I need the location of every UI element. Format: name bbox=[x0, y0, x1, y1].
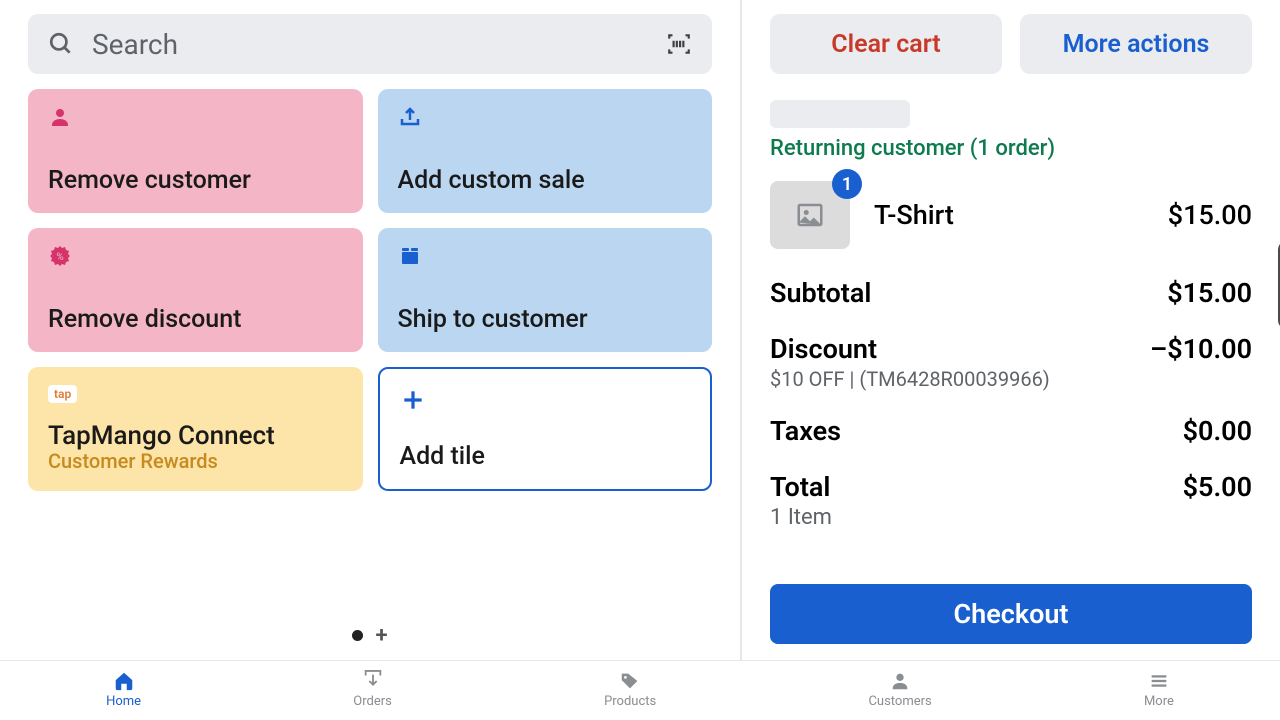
total-row: Total 1 Item $5.00 bbox=[770, 471, 1252, 530]
tile-add-tile[interactable]: Add tile bbox=[378, 367, 713, 491]
subtotal-label: Subtotal bbox=[770, 277, 871, 309]
total-value: $5.00 bbox=[1183, 471, 1252, 503]
search-bar[interactable] bbox=[28, 14, 712, 74]
search-input[interactable] bbox=[92, 28, 648, 61]
discount-icon: % bbox=[48, 244, 343, 272]
tile-remove-discount[interactable]: % Remove discount bbox=[28, 228, 363, 352]
discount-value: –$10.00 bbox=[1150, 333, 1252, 365]
item-name: T-Shirt bbox=[874, 199, 1144, 231]
app-shell: Remove customer Add custom sale % Remove… bbox=[0, 0, 1280, 660]
tile-label: Add tile bbox=[400, 442, 691, 471]
tile-label: Remove discount bbox=[48, 305, 343, 334]
tile-label: Add custom sale bbox=[398, 166, 693, 195]
total-sub: 1 Item bbox=[770, 505, 832, 530]
customer-name-redacted bbox=[770, 100, 910, 128]
nav-orders[interactable]: Orders bbox=[353, 670, 392, 709]
nav-label: More bbox=[1144, 694, 1174, 709]
tile-label: TapMango Connect bbox=[48, 421, 343, 451]
quantity-badge: 1 bbox=[832, 169, 862, 199]
left-panel: Remove customer Add custom sale % Remove… bbox=[0, 0, 740, 660]
plus-icon bbox=[400, 387, 691, 415]
total-label: Total bbox=[770, 471, 832, 503]
item-price: $15.00 bbox=[1168, 199, 1252, 231]
taxes-label: Taxes bbox=[770, 415, 841, 447]
discount-detail: $10 OFF | (TM6428R00039966) bbox=[770, 367, 1050, 391]
taxes-row: Taxes $0.00 bbox=[770, 415, 1252, 447]
discount-label: Discount bbox=[770, 333, 1050, 365]
tile-remove-customer[interactable]: Remove customer bbox=[28, 89, 363, 213]
tapmango-icon: tap bbox=[48, 383, 343, 411]
clear-cart-button[interactable]: Clear cart bbox=[770, 14, 1002, 74]
top-actions: Clear cart More actions bbox=[770, 14, 1252, 74]
taxes-value: $0.00 bbox=[1183, 415, 1252, 447]
nav-customers[interactable]: Customers bbox=[868, 670, 931, 709]
right-panel: Clear cart More actions Returning custom… bbox=[742, 0, 1280, 660]
nav-products[interactable]: Products bbox=[604, 670, 656, 709]
pager-add-icon[interactable]: + bbox=[375, 623, 387, 648]
svg-text:%: % bbox=[56, 252, 63, 263]
returning-customer-label: Returning customer (1 order) bbox=[770, 136, 1252, 161]
nav-label: Orders bbox=[353, 694, 392, 709]
nav-more[interactable]: More bbox=[1144, 670, 1174, 709]
person-icon bbox=[48, 105, 343, 133]
tile-label: Remove customer bbox=[48, 166, 343, 195]
search-icon bbox=[48, 31, 74, 57]
barcode-icon[interactable] bbox=[666, 31, 692, 57]
nav-label: Customers bbox=[868, 694, 931, 709]
bottom-nav: Home Orders Products Customers More bbox=[0, 660, 1280, 718]
cart-item-row[interactable]: 1 T-Shirt $15.00 bbox=[770, 181, 1252, 249]
tile-ship-to-customer[interactable]: Ship to customer bbox=[378, 228, 713, 352]
discount-row[interactable]: Discount $10 OFF | (TM6428R00039966) –$1… bbox=[770, 333, 1252, 391]
pager-dot[interactable] bbox=[352, 630, 363, 641]
more-actions-button[interactable]: More actions bbox=[1020, 14, 1252, 74]
upload-icon bbox=[398, 105, 693, 133]
subtotal-row: Subtotal $15.00 bbox=[770, 277, 1252, 309]
checkout-button[interactable]: Checkout bbox=[770, 584, 1252, 644]
package-icon bbox=[398, 244, 693, 272]
tile-tapmango[interactable]: tap TapMango Connect Customer Rewards bbox=[28, 367, 363, 491]
tile-label: Ship to customer bbox=[398, 305, 693, 334]
pager: + bbox=[28, 623, 712, 660]
tile-add-custom-sale[interactable]: Add custom sale bbox=[378, 89, 713, 213]
nav-label: Products bbox=[604, 694, 656, 709]
nav-home[interactable]: Home bbox=[106, 670, 141, 709]
item-thumbnail: 1 bbox=[770, 181, 850, 249]
subtotal-value: $15.00 bbox=[1167, 277, 1252, 309]
nav-label: Home bbox=[106, 694, 141, 709]
tiles-grid: Remove customer Add custom sale % Remove… bbox=[28, 89, 712, 491]
tile-sublabel: Customer Rewards bbox=[48, 449, 343, 473]
